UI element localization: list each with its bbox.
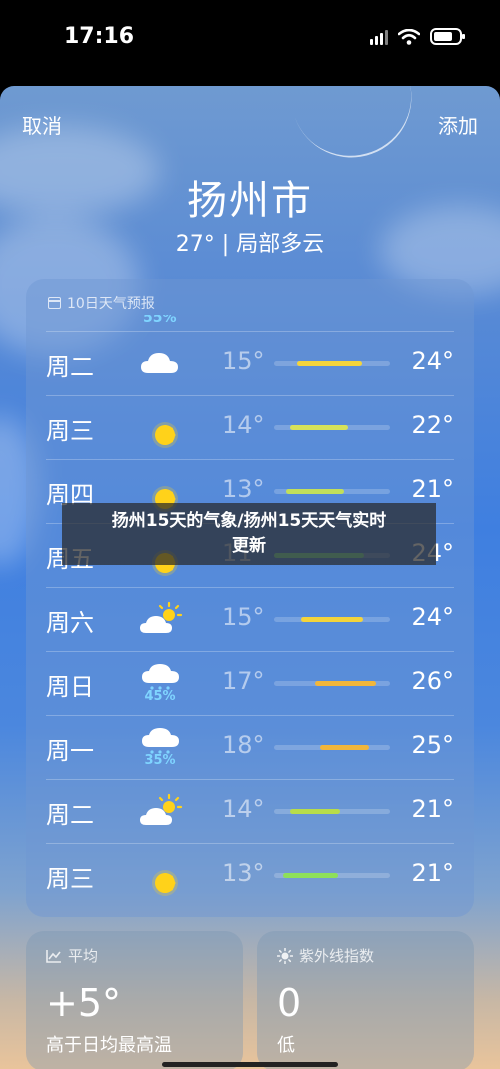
average-subtitle: 高于日均最高温 <box>46 1035 172 1056</box>
temp-range-bar <box>274 361 390 366</box>
status-icons <box>370 28 465 45</box>
forecast-row[interactable]: 周三 13° 21° <box>26 843 474 907</box>
low-temp: 14° <box>222 795 265 823</box>
high-temp: 21° <box>411 859 454 887</box>
temp-range-fill <box>285 489 344 494</box>
forecast-title: 10日天气预报 <box>67 296 155 312</box>
temp-range-bar <box>274 489 390 494</box>
partly-cloudy-icon <box>140 601 183 633</box>
cancel-button[interactable]: 取消 <box>22 110 62 139</box>
temp-range-bar <box>274 745 390 750</box>
home-indicator[interactable] <box>162 1062 338 1067</box>
day-label: 周三 <box>46 865 94 893</box>
partial-precip-label: 55% <box>143 315 177 325</box>
row-divider <box>46 395 454 396</box>
day-label: 周一 <box>46 737 94 765</box>
row-divider <box>46 587 454 588</box>
wifi-icon <box>398 28 420 45</box>
row-divider <box>46 459 454 460</box>
low-temp: 13° <box>222 859 265 887</box>
day-label: 周三 <box>46 417 94 445</box>
day-label: 周六 <box>46 609 94 637</box>
sun-small-icon <box>277 947 293 964</box>
forecast-row[interactable]: 周三 14° 22° <box>26 395 474 459</box>
row-divider <box>46 651 454 652</box>
temp-range-fill <box>297 361 363 366</box>
temp-range-fill <box>283 873 338 878</box>
forecast-row[interactable]: 周二 14° 21° <box>26 779 474 843</box>
caption-overlay: 扬州15天的气象/扬州15天天气实时 更新 <box>62 503 436 565</box>
status-bar: 17:16 <box>0 0 500 78</box>
forecast-header: 10日天气预报 <box>48 293 155 313</box>
low-temp: 18° <box>222 731 265 759</box>
temp-range-fill <box>290 809 341 814</box>
high-temp: 21° <box>411 795 454 823</box>
temp-range-fill <box>300 617 364 622</box>
day-label: 周日 <box>46 673 94 701</box>
low-temp: 15° <box>222 603 265 631</box>
day-label: 周二 <box>46 353 94 381</box>
high-temp: 22° <box>411 411 454 439</box>
low-temp: 15° <box>222 347 265 375</box>
temp-range-fill <box>320 745 370 750</box>
row-divider <box>46 779 454 780</box>
caption-line-1: 扬州15天的气象/扬州15天天气实时 <box>111 511 387 531</box>
temp-range-bar <box>274 681 390 686</box>
signal-icon <box>370 29 388 45</box>
forecast-row[interactable]: 周二 15° 24° <box>26 331 474 395</box>
row-divider <box>46 843 454 844</box>
calendar-icon <box>48 297 61 309</box>
high-temp: 24° <box>411 347 454 375</box>
forecast-row[interactable]: 周日 45% 17° 26° <box>26 651 474 715</box>
chart-icon <box>46 949 61 963</box>
caption-line-2: 更新 <box>232 536 266 556</box>
average-tile[interactable]: 平均 +5° 高于日均最高温 <box>26 931 243 1069</box>
average-title: 平均 <box>68 947 99 965</box>
status-time: 17:16 <box>64 24 135 49</box>
uv-tile[interactable]: 紫外线指数 0 低 <box>257 931 474 1069</box>
high-temp: 26° <box>411 667 454 695</box>
battery-icon <box>430 28 465 45</box>
temp-range-bar <box>274 809 390 814</box>
weather-sheet: 取消 添加 扬州市 27° | 局部多云 10日天气预报 55% 周二 15° … <box>0 86 500 1069</box>
low-temp: 13° <box>222 475 265 503</box>
temp-range-fill <box>290 425 349 430</box>
uv-subtitle: 低 <box>277 1035 295 1056</box>
add-button[interactable]: 添加 <box>438 110 478 139</box>
high-temp: 24° <box>411 603 454 631</box>
average-value: +5° <box>46 981 122 1025</box>
partly-cloudy-icon <box>140 793 183 825</box>
cloud-icon <box>141 353 178 373</box>
current-condition: 27° | 局部多云 <box>175 232 325 257</box>
sun-icon <box>138 853 184 897</box>
temp-range-bar <box>274 425 390 430</box>
uv-value: 0 <box>277 981 302 1025</box>
high-temp: 21° <box>411 475 454 503</box>
low-temp: 14° <box>222 411 265 439</box>
uv-title: 紫外线指数 <box>299 947 375 965</box>
sun-icon <box>138 405 184 449</box>
high-temp: 25° <box>411 731 454 759</box>
low-temp: 17° <box>222 667 265 695</box>
precip-chance: 45% <box>144 689 176 704</box>
row-divider <box>46 715 454 716</box>
forecast-row[interactable]: 周一 35% 18° 25° <box>26 715 474 779</box>
city-name: 扬州市 <box>187 178 313 224</box>
temp-range-fill <box>314 681 377 686</box>
day-label: 周二 <box>46 801 94 829</box>
forecast-row[interactable]: 周六 15° 24° <box>26 587 474 651</box>
temp-range-bar <box>274 617 390 622</box>
moon-decoration <box>291 86 429 175</box>
temp-range-bar <box>274 873 390 878</box>
precip-chance: 35% <box>144 753 176 768</box>
row-divider <box>46 331 454 332</box>
ten-day-forecast[interactable]: 10日天气预报 55% 周二 15° 24° 周三 14° 22° 周四 13°… <box>26 279 474 917</box>
